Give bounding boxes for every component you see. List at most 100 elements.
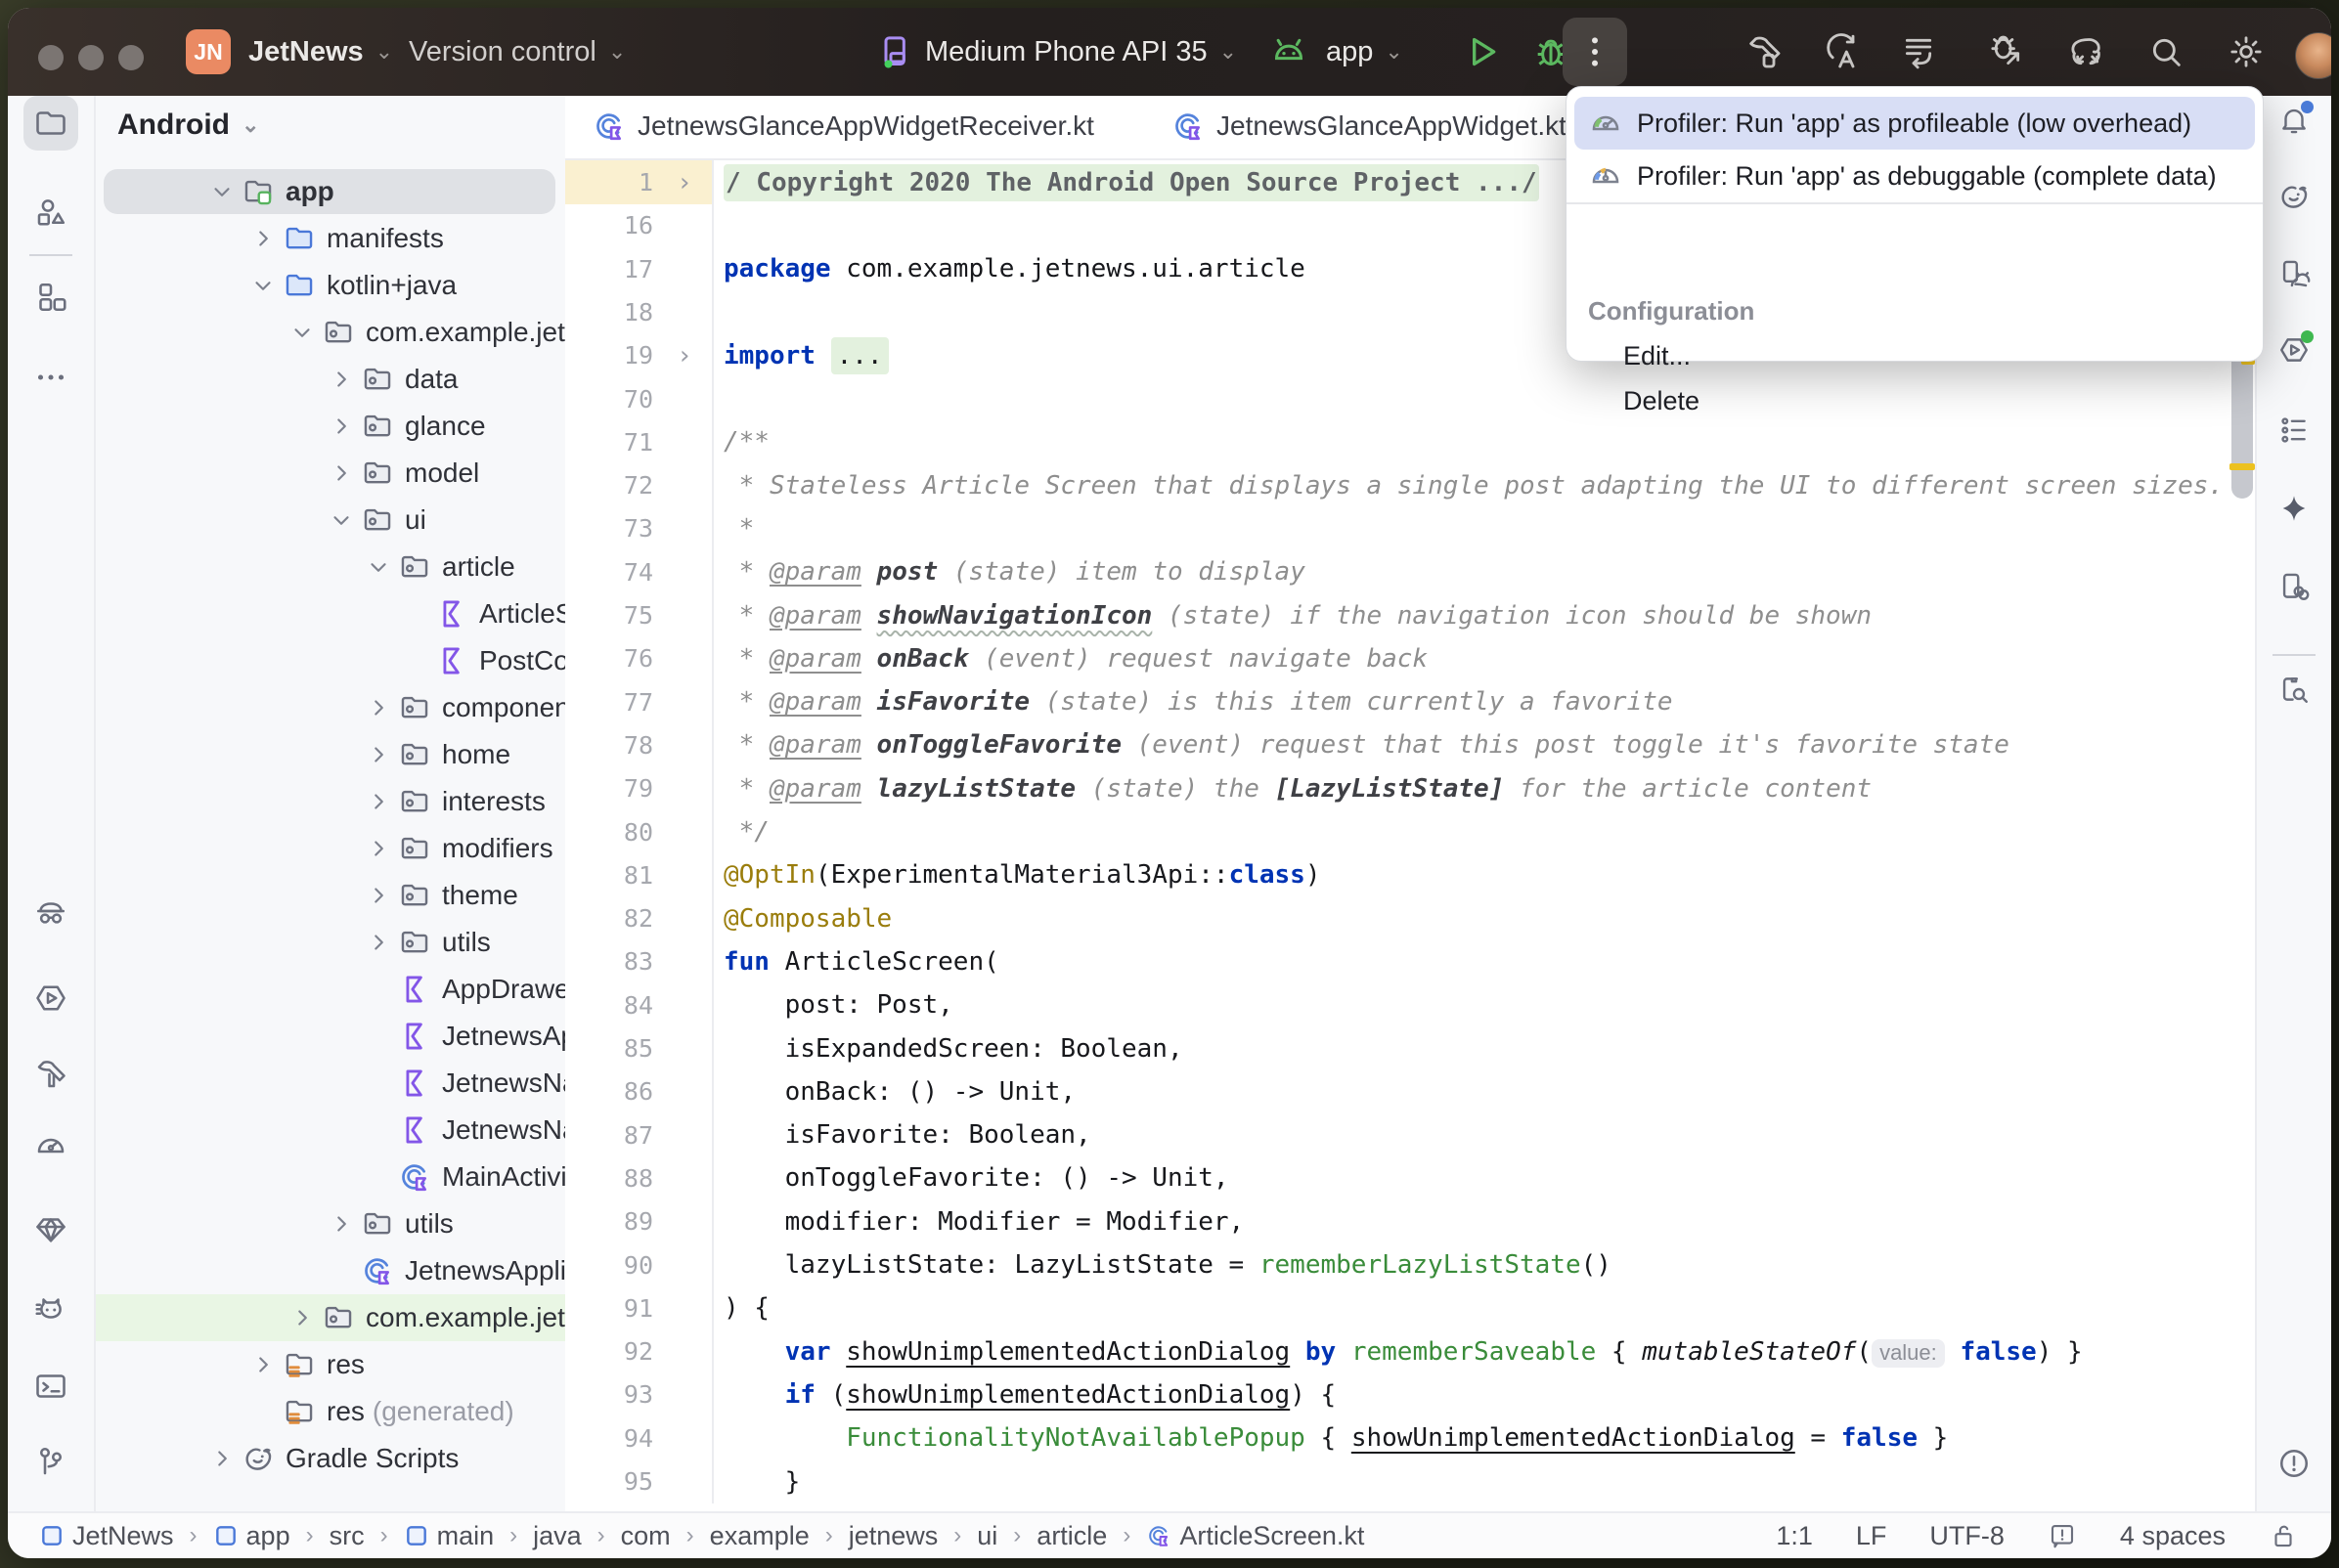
code-line[interactable]: 72 * Stateless Article Screen that displ… (565, 463, 2257, 507)
tree-item-gradle-scripts[interactable]: Gradle Scripts (96, 1435, 565, 1482)
structure-tool-icon[interactable] (23, 270, 78, 325)
chevron-down-icon[interactable] (244, 269, 282, 302)
indent-widget[interactable]: 4 spaces (2120, 1521, 2226, 1551)
chevron-down-icon[interactable] (203, 175, 241, 208)
code-line[interactable]: 92 var showUnimplementedActionDialog by … (565, 1329, 2257, 1373)
apply-changes-icon[interactable] (1899, 32, 1938, 71)
tree-item-mainactivity[interactable]: MainActivity (96, 1154, 565, 1200)
search-icon[interactable] (2146, 32, 2185, 71)
chevron-right-icon[interactable] (323, 457, 360, 490)
caret-position-widget[interactable]: 1:1 (1776, 1521, 1813, 1551)
chevron-right-icon[interactable] (360, 832, 397, 865)
line-separator-widget[interactable]: LF (1856, 1521, 1887, 1551)
popup-item-profileable[interactable]: Profiler: Run 'app' as profileable (low … (1574, 97, 2255, 150)
code-line[interactable]: 93 if (showUnimplementedActionDialog) { (565, 1372, 2257, 1416)
settings-gear-icon[interactable] (2227, 32, 2266, 71)
breadcrumb-item-jetnews[interactable]: jetnews (849, 1521, 939, 1551)
code-line[interactable]: 91) { (565, 1286, 2257, 1330)
chevron-right-icon[interactable] (244, 1348, 282, 1381)
tree-item-appdrawer-kt[interactable]: AppDrawer.kt (96, 966, 565, 1013)
code-line[interactable]: 85 isExpandedScreen: Boolean, (565, 1026, 2257, 1070)
code-line[interactable]: 94 FunctionalityNotAvailablePopup { show… (565, 1416, 2257, 1460)
chevron-down-icon[interactable] (284, 316, 321, 349)
breadcrumb-item-com[interactable]: com (621, 1521, 671, 1551)
breadcrumb-item-jetnews[interactable]: JetNews (39, 1521, 174, 1551)
gemini-sparkle-icon[interactable] (2271, 485, 2317, 532)
device-mirroring-icon[interactable] (2271, 563, 2317, 610)
breadcrumb-item-src[interactable]: src (330, 1521, 365, 1551)
code-line[interactable]: 89 modifier: Modifier = Modifier, (565, 1199, 2257, 1243)
popup-item-delete[interactable]: Delete (1623, 378, 1699, 423)
run-button[interactable] (1463, 32, 1502, 71)
device-selector[interactable]: Medium Phone API 35⌄ (925, 8, 1237, 96)
app-inspection-icon[interactable] (2271, 666, 2317, 713)
close-window-button[interactable] (38, 45, 64, 70)
code-editor[interactable]: 1›/ Copyright 2020 The Android Open Sour… (565, 160, 2257, 1515)
code-line[interactable]: 87 isFavorite: Boolean, (565, 1113, 2257, 1157)
chevron-right-icon[interactable] (360, 785, 397, 818)
chevron-right-icon[interactable] (323, 1207, 360, 1241)
code-line[interactable]: 80 */ (565, 810, 2257, 854)
code-line[interactable]: 81@OptIn(ExperimentalMaterial3Api::class… (565, 853, 2257, 897)
profiler-icon[interactable] (2066, 32, 2105, 71)
chevron-right-icon[interactable] (284, 1301, 321, 1334)
chevron-right-icon[interactable] (203, 1442, 241, 1475)
chevron-down-icon[interactable] (323, 503, 360, 537)
code-line[interactable]: 82@Composable (565, 896, 2257, 940)
tree-item-jetnewsapplication[interactable]: JetnewsApplication (96, 1247, 565, 1294)
device-explorer-icon[interactable] (23, 887, 78, 941)
tree-item-utils[interactable]: utils (96, 1200, 565, 1247)
more-run-options-button[interactable] (1563, 18, 1627, 86)
chevron-right-icon[interactable] (244, 222, 282, 255)
tree-item-article[interactable]: article (96, 544, 565, 590)
code-line[interactable]: 90 lazyListState: LazyListState = rememb… (565, 1243, 2257, 1287)
tree-item-components[interactable]: components (96, 684, 565, 731)
todo-list-icon[interactable] (2271, 407, 2317, 454)
app-quality-insights-icon[interactable] (23, 1202, 78, 1257)
editor-tab[interactable]: JetnewsGlanceAppWidgetReceiver.kt (593, 96, 1094, 156)
fold-marker-icon[interactable]: › (657, 333, 714, 377)
code-line[interactable]: 79 * @param lazyListState (state) the [L… (565, 766, 2257, 810)
tree-item-res[interactable]: res (96, 1341, 565, 1388)
breadcrumb-item-ui[interactable]: ui (977, 1521, 997, 1551)
tree-item-com-example-jetnews[interactable]: com.example.jetnews (96, 309, 565, 356)
profiler-tool-icon[interactable] (23, 1118, 78, 1173)
tree-item-res[interactable]: res(generated) (96, 1388, 565, 1435)
code-line[interactable]: 83fun ArticleScreen( (565, 939, 2257, 983)
run-configuration-selector[interactable]: app⌄ (1326, 8, 1403, 96)
version-control-menu[interactable]: Version control⌄ (409, 8, 626, 96)
code-line[interactable]: 84 post: Post, (565, 983, 2257, 1027)
code-line[interactable]: 73 * (565, 506, 2257, 550)
chevron-right-icon[interactable] (360, 879, 397, 912)
version-control-icon[interactable] (23, 1434, 78, 1489)
resource-manager-icon[interactable] (23, 186, 78, 240)
breadcrumb-item-article[interactable]: article (1037, 1521, 1107, 1551)
breadcrumb-item-articlescreen-kt[interactable]: ArticleScreen.kt (1146, 1521, 1364, 1551)
tree-item-postcontent-kt[interactable]: PostContent.kt (96, 637, 565, 684)
project-menu[interactable]: JetNews⌄ (248, 8, 393, 96)
tree-item-home[interactable]: home (96, 731, 565, 778)
code-line[interactable]: 86 onBack: () -> Unit, (565, 1069, 2257, 1113)
chevron-right-icon[interactable] (360, 926, 397, 959)
tree-item-theme[interactable]: theme (96, 872, 565, 919)
device-manager-icon[interactable] (2271, 250, 2317, 297)
build-tool-icon[interactable] (23, 1047, 78, 1102)
popup-item-edit[interactable]: Edit... (1623, 333, 1691, 378)
tree-item-jetnewsapp-kt[interactable]: JetnewsApp.kt (96, 1013, 565, 1060)
tree-item-app[interactable]: app (96, 168, 565, 215)
notifications-bell-icon[interactable] (2271, 97, 2317, 144)
sync-project-icon[interactable] (1824, 32, 1863, 71)
breadcrumb-item-app[interactable]: app (213, 1521, 290, 1551)
code-line[interactable]: 77 * @param isFavorite (state) is this i… (565, 680, 2257, 724)
tree-item-com-example-jetnews[interactable]: com.example.jetnews(andro (96, 1294, 565, 1341)
tree-item-kotlin-java[interactable]: kotlin+java (96, 262, 565, 309)
code-line[interactable]: 71/** (565, 420, 2257, 464)
tree-item-glance[interactable]: glance (96, 403, 565, 450)
project-tool-icon[interactable] (23, 96, 78, 151)
zoom-window-button[interactable] (118, 45, 144, 70)
tree-item-utils[interactable]: utils (96, 919, 565, 966)
attach-debugger-icon[interactable] (1987, 32, 2026, 71)
user-avatar[interactable] (2295, 32, 2331, 79)
running-devices-icon[interactable] (23, 971, 78, 1025)
code-line[interactable]: 75 * @param showNavigationIcon (state) i… (565, 593, 2257, 637)
